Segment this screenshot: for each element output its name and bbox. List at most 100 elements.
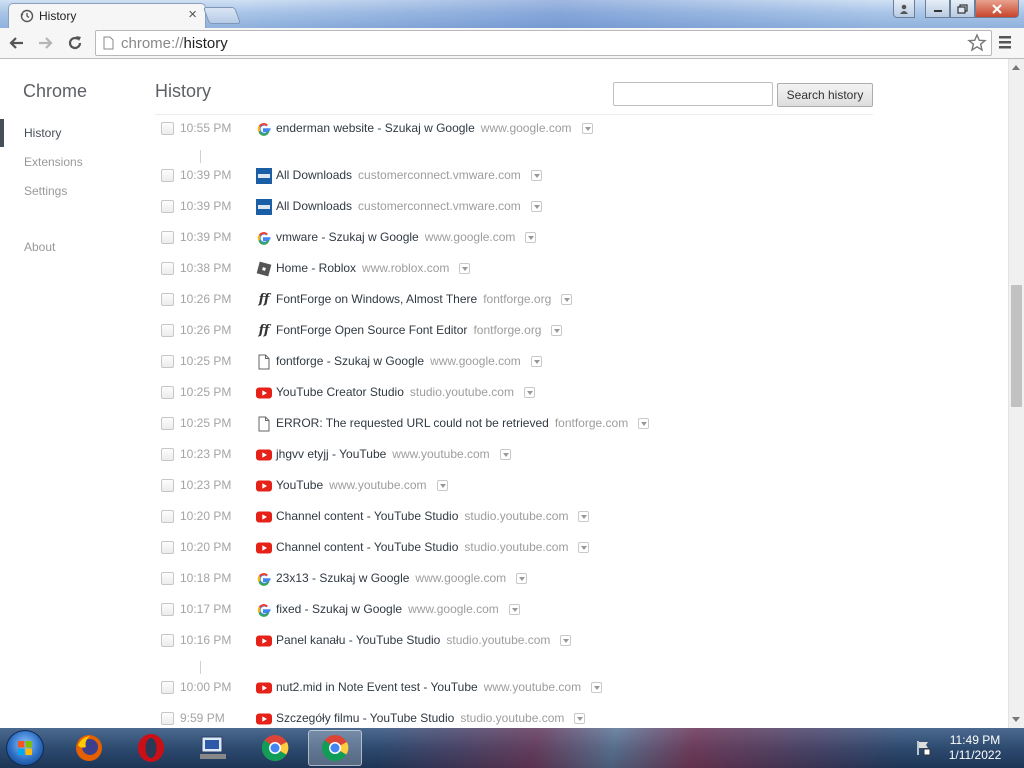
entry-menu-dropdown-icon[interactable] bbox=[436, 479, 448, 491]
minimize-button[interactable] bbox=[925, 0, 950, 18]
bookmark-star-icon[interactable] bbox=[967, 33, 987, 53]
entry-domain[interactable]: www.youtube.com bbox=[484, 680, 581, 694]
entry-checkbox[interactable] bbox=[161, 712, 174, 725]
taskbar-opera[interactable] bbox=[124, 730, 178, 766]
entry-title-link[interactable]: YouTube bbox=[276, 478, 323, 492]
system-clock[interactable]: 11:49 PM 1/11/2022 bbox=[940, 733, 1010, 763]
entry-domain[interactable]: www.google.com bbox=[415, 571, 506, 585]
sidebar-item-settings[interactable]: Settings bbox=[24, 184, 67, 198]
entry-domain[interactable]: studio.youtube.com bbox=[446, 633, 550, 647]
scroll-up-icon[interactable] bbox=[1012, 65, 1020, 70]
entry-domain[interactable]: www.roblox.com bbox=[362, 261, 449, 275]
entry-menu-dropdown-icon[interactable] bbox=[591, 681, 603, 693]
entry-title-link[interactable]: FontForge on Windows, Almost There bbox=[276, 292, 477, 306]
entry-checkbox[interactable] bbox=[161, 417, 174, 430]
entry-domain[interactable]: www.google.com bbox=[481, 121, 572, 135]
history-entry[interactable]: 9:59 PM Szczegóły filmu - YouTube Studio s… bbox=[155, 709, 915, 728]
history-entry[interactable]: 10:20 PM Channel content - YouTube Studio… bbox=[155, 538, 915, 558]
history-entry[interactable]: 10:17 PM fixed - Szukaj w Google www.googl… bbox=[155, 600, 915, 620]
entry-domain[interactable]: www.google.com bbox=[408, 602, 499, 616]
entry-domain[interactable]: www.google.com bbox=[425, 230, 516, 244]
entry-checkbox[interactable] bbox=[161, 231, 174, 244]
tab-close-icon[interactable]: × bbox=[188, 7, 197, 23]
history-entry[interactable]: 10:39 PM vmware - Szukaj w Google www.goog… bbox=[155, 228, 915, 248]
entry-menu-dropdown-icon[interactable] bbox=[525, 231, 537, 243]
history-entry[interactable]: 10:38 PM Home - Roblox www.roblox.com bbox=[155, 259, 915, 279]
entry-checkbox[interactable] bbox=[161, 603, 174, 616]
entry-checkbox[interactable] bbox=[161, 572, 174, 585]
history-entry[interactable]: 10:26 PM ff FontForge on Windows, Almost T… bbox=[155, 290, 915, 310]
entry-title-link[interactable]: FontForge Open Source Font Editor bbox=[276, 323, 467, 337]
entry-domain[interactable]: customerconnect.vmware.com bbox=[358, 168, 521, 182]
entry-checkbox[interactable] bbox=[161, 634, 174, 647]
entry-domain[interactable]: studio.youtube.com bbox=[410, 385, 514, 399]
entry-checkbox[interactable] bbox=[161, 122, 174, 135]
search-input[interactable] bbox=[613, 82, 773, 106]
history-entry[interactable]: 10:25 PM ERROR: The requested URL could n… bbox=[155, 414, 915, 434]
entry-domain[interactable]: fontforge.org bbox=[483, 292, 551, 306]
entry-menu-dropdown-icon[interactable] bbox=[523, 386, 535, 398]
history-entry[interactable]: 10:00 PM nut2.mid in Note Event test - Yo… bbox=[155, 678, 915, 698]
entry-checkbox[interactable] bbox=[161, 262, 174, 275]
entry-checkbox[interactable] bbox=[161, 169, 174, 182]
entry-checkbox[interactable] bbox=[161, 200, 174, 213]
history-entry[interactable]: 10:18 PM 23x13 - Szukaj w Google www.googl… bbox=[155, 569, 915, 589]
entry-title-link[interactable]: ERROR: The requested URL could not be re… bbox=[276, 416, 549, 430]
history-entry[interactable]: 10:25 PM fontforge - Szukaj w Google www.g… bbox=[155, 352, 915, 372]
entry-title-link[interactable]: Channel content - YouTube Studio bbox=[276, 509, 458, 523]
entry-menu-dropdown-icon[interactable] bbox=[638, 417, 650, 429]
entry-menu-dropdown-icon[interactable] bbox=[560, 634, 572, 646]
entry-menu-dropdown-icon[interactable] bbox=[459, 262, 471, 274]
address-bar[interactable]: chrome://history bbox=[95, 30, 992, 56]
reload-button[interactable] bbox=[65, 33, 85, 53]
entry-checkbox[interactable] bbox=[161, 355, 174, 368]
entry-domain[interactable]: fontforge.com bbox=[555, 416, 628, 430]
entry-domain[interactable]: www.youtube.com bbox=[392, 447, 489, 461]
entry-menu-dropdown-icon[interactable] bbox=[530, 169, 542, 181]
scroll-down-icon[interactable] bbox=[1012, 717, 1020, 722]
entry-menu-dropdown-icon[interactable] bbox=[574, 712, 586, 724]
action-center-flag-icon[interactable] bbox=[915, 740, 931, 756]
entry-checkbox[interactable] bbox=[161, 293, 174, 306]
history-entry[interactable]: 10:39 PM All Downloads customerconnect.vmw… bbox=[155, 197, 915, 217]
entry-menu-dropdown-icon[interactable] bbox=[551, 324, 563, 336]
entry-domain[interactable]: fontforge.org bbox=[473, 323, 541, 337]
entry-title-link[interactable]: All Downloads bbox=[276, 168, 352, 182]
forward-button[interactable] bbox=[36, 33, 56, 53]
taskbar-chrome-active[interactable] bbox=[308, 730, 362, 766]
entry-menu-dropdown-icon[interactable] bbox=[581, 122, 593, 134]
history-entry[interactable]: 10:39 PM All Downloads customerconnect.vmw… bbox=[155, 166, 915, 186]
page-scrollbar[interactable] bbox=[1008, 59, 1024, 728]
entry-title-link[interactable]: Panel kanału - YouTube Studio bbox=[276, 633, 440, 647]
entry-checkbox[interactable] bbox=[161, 324, 174, 337]
taskbar-firefox[interactable] bbox=[62, 730, 116, 766]
entry-menu-dropdown-icon[interactable] bbox=[578, 541, 590, 553]
start-button[interactable] bbox=[6, 730, 44, 766]
entry-checkbox[interactable] bbox=[161, 479, 174, 492]
entry-menu-dropdown-icon[interactable] bbox=[508, 603, 520, 615]
entry-menu-dropdown-icon[interactable] bbox=[530, 355, 542, 367]
restore-button[interactable] bbox=[950, 0, 975, 18]
sidebar-item-extensions[interactable]: Extensions bbox=[24, 155, 83, 169]
entry-domain[interactable]: www.google.com bbox=[430, 354, 521, 368]
entry-domain[interactable]: www.youtube.com bbox=[329, 478, 426, 492]
entry-menu-dropdown-icon[interactable] bbox=[530, 200, 542, 212]
sidebar-item-history[interactable]: History bbox=[24, 126, 61, 140]
entry-checkbox[interactable] bbox=[161, 681, 174, 694]
entry-title-link[interactable]: fixed - Szukaj w Google bbox=[276, 602, 402, 616]
entry-title-link[interactable]: YouTube Creator Studio bbox=[276, 385, 404, 399]
entry-title-link[interactable]: All Downloads bbox=[276, 199, 352, 213]
entry-domain[interactable]: studio.youtube.com bbox=[460, 711, 564, 725]
menu-icon[interactable] bbox=[998, 34, 1012, 50]
history-entry[interactable]: 10:20 PM Channel content - YouTube Studio… bbox=[155, 507, 915, 527]
entry-title-link[interactable]: enderman website - Szukaj w Google bbox=[276, 121, 475, 135]
entry-title-link[interactable]: Home - Roblox bbox=[276, 261, 356, 275]
entry-title-link[interactable]: nut2.mid in Note Event test - YouTube bbox=[276, 680, 478, 694]
entry-menu-dropdown-icon[interactable] bbox=[561, 293, 573, 305]
entry-domain[interactable]: customerconnect.vmware.com bbox=[358, 199, 521, 213]
entry-domain[interactable]: studio.youtube.com bbox=[464, 509, 568, 523]
entry-menu-dropdown-icon[interactable] bbox=[578, 510, 590, 522]
entry-menu-dropdown-icon[interactable] bbox=[516, 572, 528, 584]
taskbar-chrome[interactable] bbox=[248, 730, 302, 766]
entry-checkbox[interactable] bbox=[161, 448, 174, 461]
